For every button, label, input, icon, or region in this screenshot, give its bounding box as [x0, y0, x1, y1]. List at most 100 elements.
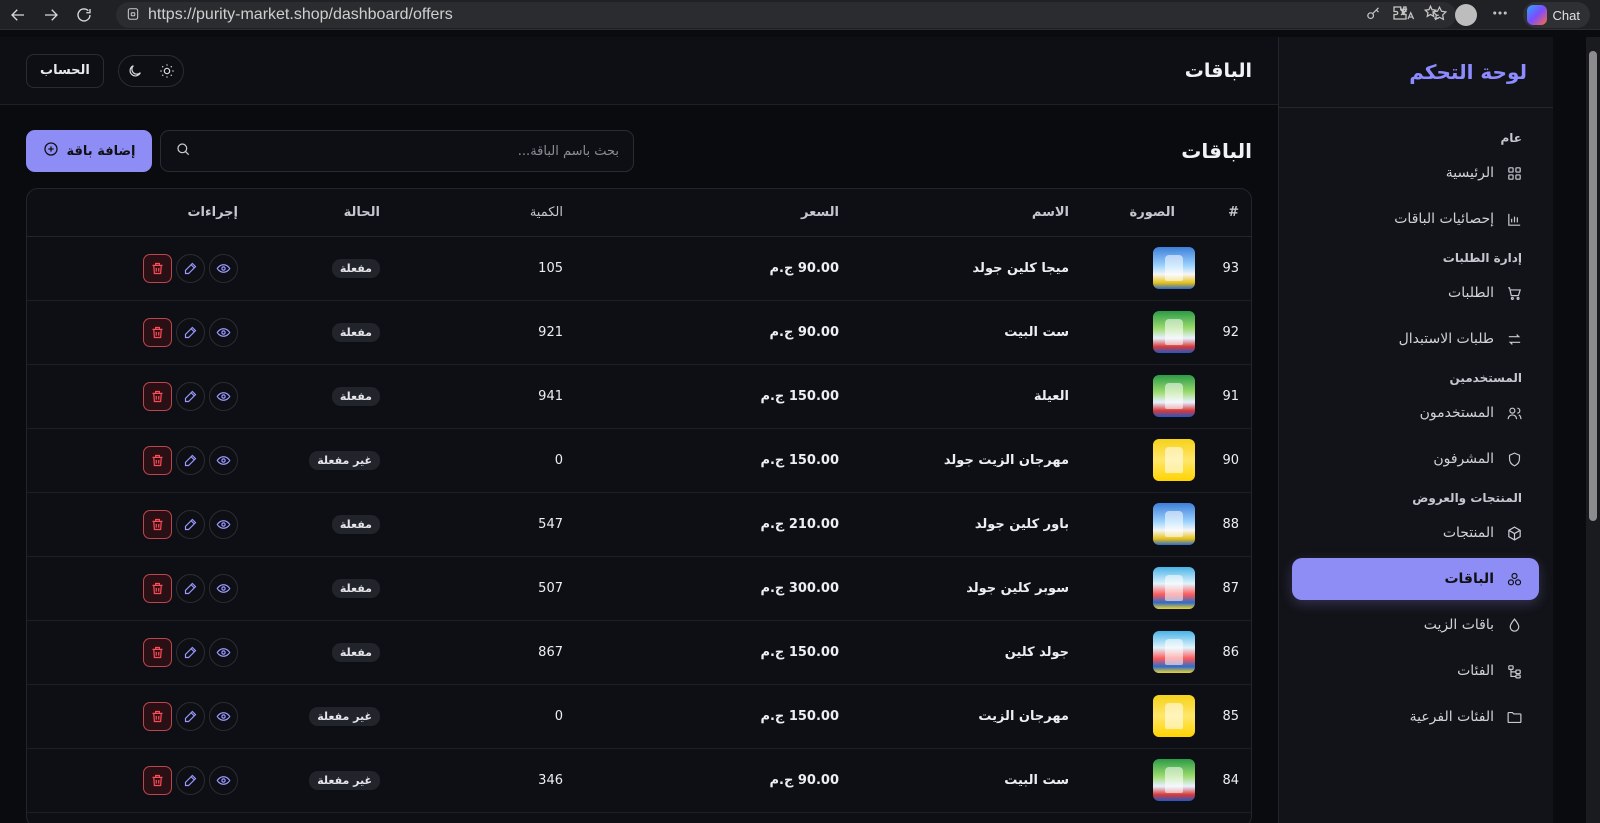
sidebar-item[interactable]: الفئات [1292, 650, 1539, 692]
view-button[interactable] [209, 637, 238, 667]
edit-button[interactable] [176, 381, 205, 411]
refresh-icon[interactable] [69, 1, 99, 29]
row-name: العيلة [839, 364, 1069, 429]
edit-button[interactable] [176, 317, 205, 347]
address-bar[interactable]: https://purity-market.shop/dashboard/off… [116, 2, 1456, 28]
sidebar-item[interactable]: المنتجات [1292, 512, 1539, 554]
edit-button[interactable] [176, 573, 205, 603]
delete-button[interactable] [143, 765, 172, 795]
pencil-icon [183, 389, 198, 404]
sidebar-item[interactable]: الباقات [1292, 558, 1539, 600]
sidebar-item[interactable]: الرئيسية [1292, 152, 1539, 194]
page-scrollbar[interactable] [1586, 37, 1600, 823]
packages-icon [1506, 571, 1523, 588]
sidebar-item[interactable]: الفئات الفرعية [1292, 696, 1539, 738]
table-row: 87 سوبر كلين جولد 300.00 ج.م 507 مفعلة [27, 556, 1251, 621]
sidebar-item-label: باقات الزيت [1423, 617, 1494, 633]
table-row: 90 مهرجان الزيت جولد 150.00 ج.م 0 غير مف… [27, 428, 1251, 493]
url-text: https://purity-market.shop/dashboard/off… [148, 6, 453, 23]
edit-button[interactable] [176, 637, 205, 667]
sidebar: لوحة التحكم عام الرئيسية إحصائيات الباقات إ… [1278, 37, 1553, 823]
chat-button[interactable]: Chat [1522, 2, 1590, 28]
edit-button[interactable] [176, 765, 205, 795]
edit-button[interactable] [176, 445, 205, 475]
row-price: 150.00 ج.م [563, 620, 839, 685]
view-button[interactable] [209, 509, 238, 539]
back-arrow-icon[interactable] [3, 1, 33, 29]
delete-button[interactable] [143, 381, 172, 411]
pencil-icon [183, 517, 198, 532]
row-price: 90.00 ج.م [563, 236, 839, 301]
pencil-icon [183, 261, 198, 276]
dashboard-brand[interactable]: لوحة التحكم [1409, 60, 1527, 84]
view-button[interactable] [209, 317, 238, 347]
row-status-cell: غير مفعلة [252, 428, 380, 493]
sidebar-section-title: المنتجات والعروض [1412, 491, 1522, 505]
delete-button[interactable] [143, 701, 172, 731]
profile-avatar[interactable] [1454, 4, 1477, 26]
view-button[interactable] [209, 765, 238, 795]
view-button[interactable] [209, 573, 238, 603]
moon-icon[interactable] [119, 56, 151, 86]
trash-icon [150, 453, 165, 468]
row-image-cell [1069, 300, 1195, 365]
sidebar-item[interactable]: المشرفون [1292, 438, 1539, 480]
scrollbar-thumb[interactable] [1589, 51, 1597, 521]
row-name: مهرجان الزيت [839, 684, 1069, 749]
edit-button[interactable] [176, 509, 205, 539]
forward-arrow-icon[interactable] [36, 1, 66, 29]
delete-button[interactable] [143, 509, 172, 539]
row-image-cell [1069, 620, 1195, 685]
row-image-cell [1069, 364, 1195, 429]
extensions-icon[interactable] [1391, 4, 1409, 26]
row-quantity: 941 [380, 364, 563, 429]
status-badge: غير مفعلة [309, 450, 380, 470]
pencil-icon [183, 709, 198, 724]
trash-icon [150, 389, 165, 404]
row-name: ست البيت [839, 300, 1069, 365]
favorites-icon[interactable] [1423, 4, 1441, 26]
key-icon[interactable] [1365, 5, 1382, 26]
add-package-label: إضافة باقة [66, 143, 136, 159]
delete-button[interactable] [143, 573, 172, 603]
trash-icon [150, 325, 165, 340]
sun-icon[interactable] [151, 56, 183, 86]
search-input[interactable] [219, 143, 619, 159]
view-button[interactable] [209, 381, 238, 411]
view-button[interactable] [209, 253, 238, 283]
more-icon[interactable] [1491, 4, 1509, 26]
package-thumbnail [1153, 695, 1195, 737]
row-status-cell: غير مفعلة [252, 748, 380, 813]
row-actions [27, 364, 252, 429]
main-area: الباقات الحساب الباقات إضافة باق [0, 37, 1278, 823]
sidebar-section-title: إدارة الطلبات [1442, 251, 1522, 265]
page-title: الباقات [1184, 59, 1252, 82]
table-row: 92 ست البيت 90.00 ج.م 921 مفعلة [27, 300, 1251, 365]
delete-button[interactable] [143, 253, 172, 283]
row-image-cell [1069, 684, 1195, 749]
delete-button[interactable] [143, 317, 172, 347]
sidebar-item[interactable]: المستخدمون [1292, 392, 1539, 434]
row-actions [27, 620, 252, 685]
sidebar-item[interactable]: الطلبات [1292, 272, 1539, 314]
trash-icon [150, 645, 165, 660]
row-actions [27, 428, 252, 493]
search-box[interactable] [160, 130, 634, 172]
add-package-button[interactable]: إضافة باقة [26, 130, 152, 172]
delete-button[interactable] [143, 637, 172, 667]
sidebar-item[interactable]: باقات الزيت [1292, 604, 1539, 646]
edit-button[interactable] [176, 701, 205, 731]
row-image-cell [1069, 556, 1195, 621]
account-button[interactable]: الحساب [26, 53, 104, 88]
view-button[interactable] [209, 445, 238, 475]
theme-toggle[interactable] [117, 54, 184, 87]
sidebar-item[interactable]: إحصائيات الباقات [1292, 198, 1539, 240]
edit-button[interactable] [176, 253, 205, 283]
eye-icon [216, 645, 231, 660]
view-button[interactable] [209, 701, 238, 731]
sidebar-item[interactable]: طلبات الاستبدال [1292, 318, 1539, 360]
row-price: 90.00 ج.م [563, 300, 839, 365]
row-quantity: 0 [380, 428, 563, 493]
delete-button[interactable] [143, 445, 172, 475]
col-actions: إجراءات [27, 189, 252, 237]
